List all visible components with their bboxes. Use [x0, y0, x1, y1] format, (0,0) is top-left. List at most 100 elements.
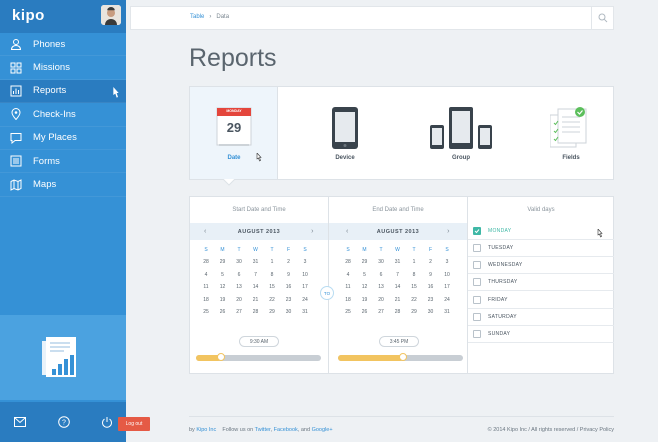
sidebar-item-maps[interactable]: Maps: [0, 173, 126, 197]
calendar-day[interactable]: 24: [298, 297, 312, 303]
calendar-day[interactable]: 21: [391, 297, 405, 303]
calendar-day[interactable]: 6: [232, 272, 246, 278]
calendar-day[interactable]: 5: [216, 272, 230, 278]
day-checkbox[interactable]: [473, 226, 481, 235]
slider-knob[interactable]: [399, 353, 407, 361]
calendar-day[interactable]: 19: [216, 297, 230, 303]
mail-icon[interactable]: [14, 417, 26, 427]
calendar-day[interactable]: 8: [407, 272, 421, 278]
calendar-day[interactable]: 4: [199, 272, 213, 278]
calendar-day[interactable]: 17: [298, 284, 312, 290]
calendar-day[interactable]: 18: [341, 297, 355, 303]
avatar[interactable]: [101, 5, 121, 25]
search-button[interactable]: [591, 7, 613, 29]
calendar-day[interactable]: 15: [265, 284, 279, 290]
calendar-day[interactable]: 2: [424, 259, 438, 265]
calendar-day[interactable]: 7: [391, 272, 405, 278]
prev-month-arrow[interactable]: ‹: [346, 228, 349, 235]
calendar-day[interactable]: 23: [282, 297, 296, 303]
facebook-link[interactable]: Facebook: [274, 427, 298, 433]
calendar-day[interactable]: 30: [282, 309, 296, 315]
calendar-day[interactable]: 12: [216, 284, 230, 290]
prev-month-arrow[interactable]: ‹: [204, 228, 207, 235]
calendar-day[interactable]: 12: [358, 284, 372, 290]
next-month-arrow[interactable]: ›: [447, 228, 450, 235]
calendar-day[interactable]: 5: [358, 272, 372, 278]
calendar-day[interactable]: 16: [424, 284, 438, 290]
calendar-day[interactable]: 7: [249, 272, 263, 278]
power-icon[interactable]: [101, 416, 113, 428]
tile-date[interactable]: MONDAY 29 Date: [190, 87, 278, 179]
calendar-day[interactable]: 22: [407, 297, 421, 303]
sidebar-item-forms[interactable]: Forms: [0, 150, 126, 174]
logout-tooltip[interactable]: Log out: [118, 417, 150, 431]
sidebar-item-phones[interactable]: Phones: [0, 33, 126, 57]
calendar-day[interactable]: 10: [298, 272, 312, 278]
calendar-day[interactable]: 29: [265, 309, 279, 315]
start-time-slider[interactable]: [196, 353, 321, 361]
company-link[interactable]: Kipo Inc: [196, 427, 216, 433]
valid-day-row[interactable]: MONDAY: [468, 223, 614, 240]
calendar-day[interactable]: 31: [298, 309, 312, 315]
sidebar-item-missions[interactable]: Missions: [0, 56, 126, 80]
calendar-day[interactable]: 20: [232, 297, 246, 303]
calendar-day[interactable]: 28: [249, 309, 263, 315]
breadcrumb-item[interactable]: Table: [190, 14, 204, 20]
calendar-day[interactable]: 11: [199, 284, 213, 290]
calendar-day[interactable]: 31: [440, 309, 454, 315]
next-month-arrow[interactable]: ›: [311, 228, 314, 235]
calendar-day[interactable]: 29: [358, 259, 372, 265]
calendar-day[interactable]: 15: [407, 284, 421, 290]
calendar-day[interactable]: 30: [232, 259, 246, 265]
calendar-day[interactable]: 13: [232, 284, 246, 290]
twitter-link[interactable]: Twitter: [255, 427, 271, 433]
day-checkbox[interactable]: [473, 295, 481, 304]
calendar-day[interactable]: 2: [282, 259, 296, 265]
calendar-day[interactable]: 26: [216, 309, 230, 315]
start-time-pill[interactable]: 9:30 AM: [239, 336, 279, 347]
day-checkbox[interactable]: [473, 312, 481, 321]
calendar-day[interactable]: 24: [440, 297, 454, 303]
help-icon[interactable]: ?: [58, 416, 70, 428]
calendar-day[interactable]: 31: [249, 259, 263, 265]
calendar-day[interactable]: 9: [424, 272, 438, 278]
calendar-day[interactable]: 29: [216, 259, 230, 265]
calendar-day[interactable]: 8: [265, 272, 279, 278]
sidebar-item-reports[interactable]: Reports: [0, 79, 126, 104]
calendar-day[interactable]: 25: [341, 309, 355, 315]
calendar-day[interactable]: 1: [265, 259, 279, 265]
calendar-day[interactable]: 28: [341, 259, 355, 265]
calendar-day[interactable]: 25: [199, 309, 213, 315]
calendar-day[interactable]: 19: [358, 297, 372, 303]
app-logo[interactable]: kipo: [12, 7, 45, 24]
end-time-pill[interactable]: 3:45 PM: [379, 336, 419, 347]
day-checkbox[interactable]: [473, 261, 481, 270]
calendar-day[interactable]: 21: [249, 297, 263, 303]
calendar-day[interactable]: 14: [249, 284, 263, 290]
tile-fields[interactable]: Fields: [498, 87, 614, 179]
slider-knob[interactable]: [217, 353, 225, 361]
calendar-day[interactable]: 6: [374, 272, 388, 278]
valid-day-row[interactable]: WEDNESDAY: [468, 257, 614, 275]
calendar-day[interactable]: 27: [232, 309, 246, 315]
calendar-day[interactable]: 17: [440, 284, 454, 290]
end-time-slider[interactable]: [338, 353, 463, 361]
calendar-day[interactable]: 3: [440, 259, 454, 265]
calendar-day[interactable]: 9: [282, 272, 296, 278]
valid-day-row[interactable]: SUNDAY: [468, 326, 614, 343]
calendar-day[interactable]: 18: [199, 297, 213, 303]
calendar-day[interactable]: 4: [341, 272, 355, 278]
calendar-day[interactable]: 14: [391, 284, 405, 290]
calendar-day[interactable]: 11: [341, 284, 355, 290]
valid-day-row[interactable]: TUESDAY: [468, 240, 614, 257]
google-plus-link[interactable]: Google+: [312, 427, 333, 433]
day-checkbox[interactable]: [473, 244, 481, 253]
calendar-day[interactable]: 16: [282, 284, 296, 290]
calendar-day[interactable]: 29: [407, 309, 421, 315]
calendar-day[interactable]: 30: [374, 259, 388, 265]
calendar-day[interactable]: 27: [374, 309, 388, 315]
calendar-day[interactable]: 30: [424, 309, 438, 315]
calendar-day[interactable]: 10: [440, 272, 454, 278]
calendar-day[interactable]: 1: [407, 259, 421, 265]
calendar-day[interactable]: 26: [358, 309, 372, 315]
